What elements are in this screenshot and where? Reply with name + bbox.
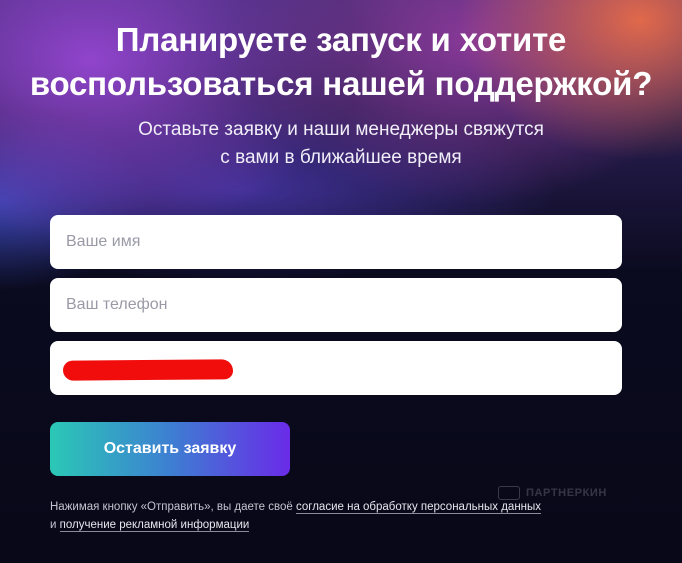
phone-input[interactable]: [50, 278, 622, 332]
name-input[interactable]: [50, 215, 622, 269]
redaction-mark: [62, 359, 234, 381]
title-line-2: воспользоваться нашей поддержкой?: [29, 65, 653, 102]
subtitle-line-2: с вами в ближайшее время: [220, 147, 462, 168]
consent-and: и: [50, 519, 60, 531]
consent-text-start: Нажимая кнопку «Отправить», вы даете сво…: [50, 501, 296, 513]
consent-text: Нажимая кнопку «Отправить», вы даете сво…: [50, 498, 620, 534]
page-subtitle: Оставьте заявку и наши менеджеры свяжутс…: [0, 116, 682, 172]
personal-data-consent-link[interactable]: согласие на обработку персональных данны…: [296, 501, 542, 514]
subtitle-line-1: Оставьте заявку и наши менеджеры свяжутс…: [138, 119, 544, 140]
advertising-info-link[interactable]: получение рекламной информации: [59, 519, 250, 532]
submit-button[interactable]: Оставить заявку: [50, 422, 290, 476]
page-title: Планируете запуск и хотите воспользовать…: [0, 18, 682, 106]
title-line-1: Планируете запуск и хотите: [115, 21, 567, 58]
